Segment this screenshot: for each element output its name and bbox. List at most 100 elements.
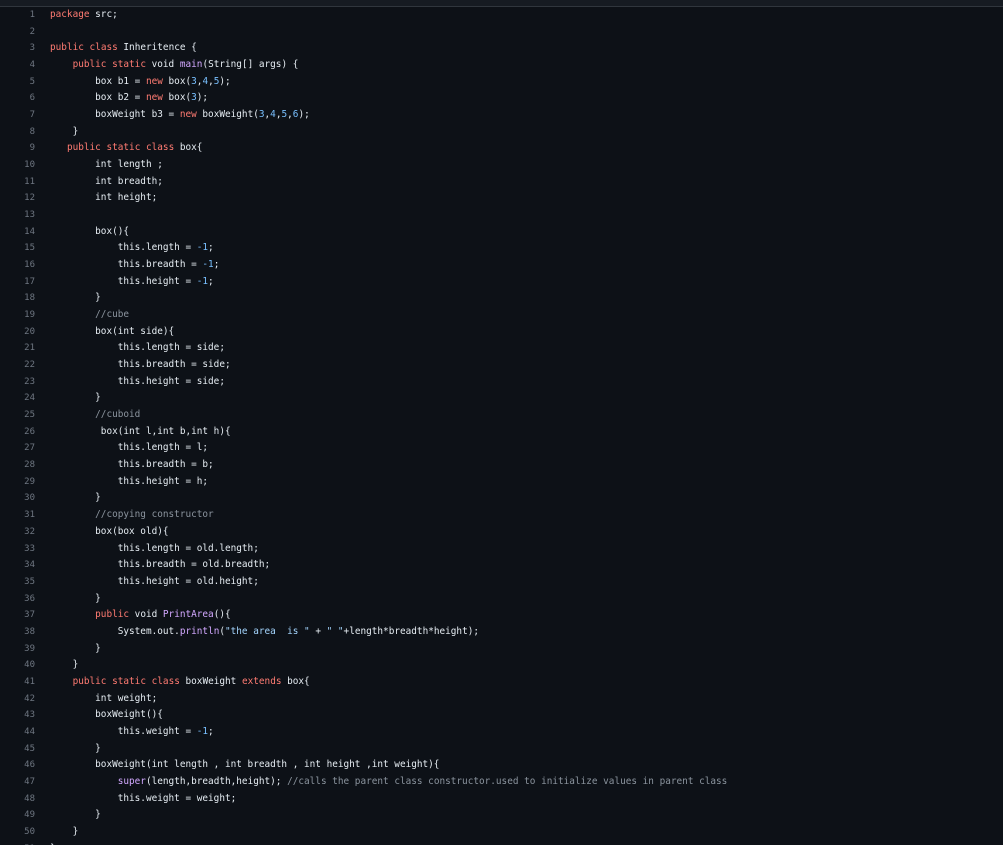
code-text: this.length = old.length; xyxy=(50,541,259,558)
line-number[interactable]: 43 xyxy=(0,707,35,724)
line-number[interactable]: 44 xyxy=(0,724,35,741)
line-number[interactable]: 26 xyxy=(0,424,35,441)
code-line: 1 package src; xyxy=(0,7,1003,24)
line-number[interactable]: 33 xyxy=(0,541,35,558)
code-token: } xyxy=(50,825,79,837)
line-number[interactable]: 11 xyxy=(0,174,35,191)
line-number[interactable]: 8 xyxy=(0,124,35,141)
code-token: " " xyxy=(326,625,344,637)
code-token: //copying constructor xyxy=(50,509,214,521)
code-line: 13 xyxy=(0,207,1003,224)
code-line: 6 box b2 = new box(3); xyxy=(0,90,1003,107)
line-number[interactable]: 48 xyxy=(0,791,35,808)
line-number[interactable]: 36 xyxy=(0,591,35,608)
line-number[interactable]: 41 xyxy=(0,674,35,691)
code-line: 30 } xyxy=(0,490,1003,507)
line-number[interactable]: 2 xyxy=(0,24,35,41)
code-text: this.breadth = old.breadth; xyxy=(50,557,270,574)
line-number[interactable]: 49 xyxy=(0,807,35,824)
code-line: 49 } xyxy=(0,807,1003,824)
line-number[interactable]: 17 xyxy=(0,274,35,291)
code-text: this.height = -1; xyxy=(50,274,214,291)
line-number[interactable]: 3 xyxy=(0,40,35,57)
line-number[interactable]: 46 xyxy=(0,757,35,774)
line-number[interactable]: 34 xyxy=(0,557,35,574)
line-number[interactable]: 14 xyxy=(0,224,35,241)
code-token: (String[] args) { xyxy=(202,59,299,71)
line-number[interactable]: 21 xyxy=(0,340,35,357)
code-line: 11 int breadth; xyxy=(0,174,1003,191)
code-viewer[interactable]: 1 package src; 2 3 public class Inheritence … xyxy=(0,7,1003,845)
code-token: PrintArea xyxy=(162,609,214,621)
line-number[interactable]: 31 xyxy=(0,507,35,524)
line-number[interactable]: 12 xyxy=(0,190,35,207)
line-number[interactable]: 18 xyxy=(0,290,35,307)
code-text: this.breadth = side; xyxy=(50,357,231,374)
line-number[interactable]: 51 xyxy=(0,841,35,845)
code-token: ); xyxy=(196,92,209,104)
code-token: } xyxy=(50,125,79,137)
code-line: 43 boxWeight(){ xyxy=(0,707,1003,724)
line-number[interactable]: 16 xyxy=(0,257,35,274)
line-number[interactable]: 40 xyxy=(0,657,35,674)
line-number[interactable]: 10 xyxy=(0,157,35,174)
code-token: int breadth; xyxy=(50,175,163,187)
line-number[interactable]: 29 xyxy=(0,474,35,491)
line-number[interactable]: 37 xyxy=(0,607,35,624)
code-line: 17 this.height = -1; xyxy=(0,274,1003,291)
line-number[interactable]: 15 xyxy=(0,240,35,257)
code-token: -1 xyxy=(196,725,209,737)
code-line: 9 public static class box{ xyxy=(0,140,1003,157)
code-line: 12 int height; xyxy=(0,190,1003,207)
code-line: 2 xyxy=(0,24,1003,41)
line-number[interactable]: 19 xyxy=(0,307,35,324)
code-token: class xyxy=(89,42,118,54)
line-number[interactable]: 42 xyxy=(0,691,35,708)
code-line: 10 int length ; xyxy=(0,157,1003,174)
line-number[interactable]: 32 xyxy=(0,524,35,541)
code-token: boxWeight b3 = xyxy=(50,109,180,121)
code-token: } xyxy=(50,592,101,604)
code-text: public static class boxWeight extends bo… xyxy=(50,674,310,691)
code-text: //copying constructor xyxy=(50,507,214,524)
line-number[interactable]: 13 xyxy=(0,207,35,224)
line-number[interactable]: 45 xyxy=(0,741,35,758)
code-line: 15 this.length = -1; xyxy=(0,240,1003,257)
code-token: class xyxy=(151,675,180,687)
code-token: (){ xyxy=(213,609,231,621)
line-number[interactable]: 24 xyxy=(0,390,35,407)
line-number[interactable]: 28 xyxy=(0,457,35,474)
line-number[interactable]: 27 xyxy=(0,440,35,457)
code-text: } xyxy=(50,824,79,841)
code-token: box b2 = xyxy=(50,92,146,104)
line-number[interactable]: 38 xyxy=(0,624,35,641)
line-number[interactable]: 4 xyxy=(0,57,35,74)
code-text: boxWeight b3 = new boxWeight(3,4,5,6); xyxy=(50,107,310,124)
line-number[interactable]: 23 xyxy=(0,374,35,391)
line-number[interactable]: 30 xyxy=(0,490,35,507)
line-number[interactable]: 25 xyxy=(0,407,35,424)
code-text: public void PrintArea(){ xyxy=(50,607,231,624)
code-line: 31 //copying constructor xyxy=(0,507,1003,524)
line-number[interactable]: 5 xyxy=(0,74,35,91)
code-token: public xyxy=(72,675,107,687)
code-token: box( xyxy=(162,75,192,87)
line-number[interactable]: 35 xyxy=(0,574,35,591)
line-number[interactable]: 47 xyxy=(0,774,35,791)
line-number[interactable]: 50 xyxy=(0,824,35,841)
line-number[interactable]: 22 xyxy=(0,357,35,374)
line-number[interactable]: 1 xyxy=(0,7,35,24)
code-line: 4 public static void main(String[] args)… xyxy=(0,57,1003,74)
line-number[interactable]: 39 xyxy=(0,641,35,658)
code-text: box b1 = new box(3,4,5); xyxy=(50,74,231,91)
code-text: boxWeight(){ xyxy=(50,707,163,724)
code-token: Inheritence { xyxy=(117,42,197,54)
line-number[interactable]: 9 xyxy=(0,140,35,157)
line-number[interactable]: 20 xyxy=(0,324,35,341)
code-text: this.height = side; xyxy=(50,374,225,391)
code-token: static xyxy=(106,142,141,154)
line-number[interactable]: 7 xyxy=(0,107,35,124)
line-number[interactable]: 6 xyxy=(0,90,35,107)
